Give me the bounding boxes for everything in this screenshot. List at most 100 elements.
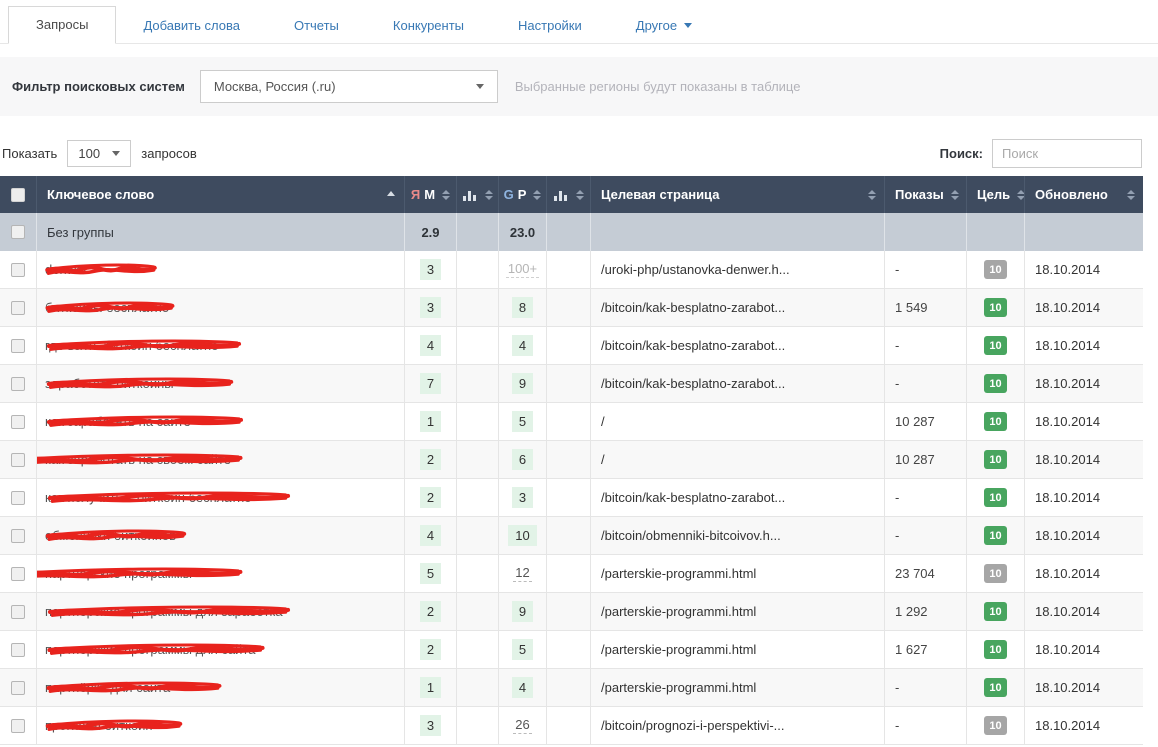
row-checkbox[interactable] bbox=[11, 567, 25, 581]
header-impressions[interactable]: Показы bbox=[884, 176, 966, 213]
header-google-position[interactable]: G P bbox=[498, 176, 546, 213]
tab-settings[interactable]: Настройки bbox=[491, 8, 609, 44]
search-input[interactable] bbox=[992, 139, 1142, 168]
tab-competitors[interactable]: Конкуренты bbox=[366, 8, 491, 44]
row-checkbox[interactable] bbox=[11, 681, 25, 695]
updated-cell: 18.10.2014 bbox=[1024, 517, 1143, 554]
redaction-scribble-icon bbox=[45, 299, 175, 316]
google-chart-cell[interactable] bbox=[546, 555, 590, 592]
target-page-link[interactable]: /bitcoin/kak-besplatno-zarabot... bbox=[601, 338, 785, 353]
target-page-link[interactable]: /bitcoin/kak-besplatno-zarabot... bbox=[601, 300, 785, 315]
google-position[interactable]: 100+ bbox=[506, 261, 539, 278]
row-checkbox[interactable] bbox=[11, 415, 25, 429]
yandex-position-cell: 3 bbox=[404, 289, 456, 326]
yandex-chart-cell[interactable] bbox=[456, 441, 498, 478]
target-page-link[interactable]: / bbox=[601, 452, 605, 467]
google-position-cell: 12 bbox=[498, 555, 546, 592]
select-all-checkbox[interactable] bbox=[11, 188, 25, 202]
target-page-link[interactable]: /parterskie-programmi.html bbox=[601, 604, 756, 619]
google-chart-cell[interactable] bbox=[546, 517, 590, 554]
google-position: 10 bbox=[508, 525, 536, 546]
header-google-chart[interactable] bbox=[546, 176, 590, 213]
google-chart-cell[interactable] bbox=[546, 289, 590, 326]
yandex-chart-cell[interactable] bbox=[456, 289, 498, 326]
yandex-chart-cell[interactable] bbox=[456, 707, 498, 744]
header-goal[interactable]: Цель bbox=[966, 176, 1024, 213]
google-chart-cell[interactable] bbox=[546, 631, 590, 668]
google-chart-cell[interactable] bbox=[546, 441, 590, 478]
yandex-chart-cell[interactable] bbox=[456, 593, 498, 630]
yandex-chart-cell[interactable] bbox=[456, 631, 498, 668]
row-checkbox[interactable] bbox=[11, 605, 25, 619]
row-checkbox[interactable] bbox=[11, 263, 25, 277]
target-page-link[interactable]: /parterskie-programmi.html bbox=[601, 642, 756, 657]
row-checkbox[interactable] bbox=[11, 339, 25, 353]
yandex-chart-cell[interactable] bbox=[456, 517, 498, 554]
target-page-link[interactable]: /parterskie-programmi.html bbox=[601, 566, 756, 581]
google-chart-cell[interactable] bbox=[546, 707, 590, 744]
target-page-cell: /bitcoin/kak-besplatno-zarabot... bbox=[590, 289, 884, 326]
updated-date: 18.10.2014 bbox=[1035, 452, 1100, 467]
google-chart-cell[interactable] bbox=[546, 593, 590, 630]
yandex-chart-cell[interactable] bbox=[456, 479, 498, 516]
keyword-cell: партнерские программы для заработка bbox=[36, 593, 404, 630]
google-chart-cell[interactable] bbox=[546, 403, 590, 440]
updated-date: 18.10.2014 bbox=[1035, 718, 1100, 733]
redaction-scribble-icon bbox=[45, 679, 223, 696]
row-checkbox[interactable] bbox=[11, 719, 25, 733]
target-page-link[interactable]: /bitcoin/kak-besplatno-zarabot... bbox=[601, 490, 785, 505]
google-position[interactable]: 26 bbox=[513, 717, 531, 734]
goal-badge: 10 bbox=[984, 260, 1007, 279]
header-target-page[interactable]: Целевая страница bbox=[590, 176, 884, 213]
tab-add-words[interactable]: Добавить слова bbox=[116, 8, 267, 44]
google-chart-cell[interactable] bbox=[546, 479, 590, 516]
google-chart-cell[interactable] bbox=[546, 669, 590, 706]
tab-queries[interactable]: Запросы bbox=[8, 6, 116, 44]
tab-reports[interactable]: Отчеты bbox=[267, 8, 366, 44]
header-yandex-position[interactable]: Я М bbox=[404, 176, 456, 213]
row-checkbox[interactable] bbox=[11, 529, 25, 543]
yandex-chart-cell[interactable] bbox=[456, 555, 498, 592]
target-page-link[interactable]: /bitcoin/prognozi-i-perspektivi-... bbox=[601, 718, 785, 733]
row-checkbox[interactable] bbox=[11, 491, 25, 505]
goal-badge: 10 bbox=[984, 526, 1007, 545]
page-size-select[interactable]: 100 bbox=[67, 140, 131, 167]
tab-other[interactable]: Другое bbox=[609, 8, 719, 44]
google-position-cell: 9 bbox=[498, 365, 546, 402]
target-page-link[interactable]: /bitcoin/kak-besplatno-zarabot... bbox=[601, 376, 785, 391]
header-updated[interactable]: Обновлено bbox=[1024, 176, 1143, 213]
yandex-chart-cell[interactable] bbox=[456, 669, 498, 706]
search-control: Поиск: bbox=[940, 139, 1142, 168]
table-controls: Показать 100 запросов Поиск: bbox=[0, 130, 1158, 176]
google-chart-cell[interactable] bbox=[546, 327, 590, 364]
yandex-chart-cell[interactable] bbox=[456, 327, 498, 364]
yandex-chart-cell[interactable] bbox=[456, 251, 498, 288]
target-page-link[interactable]: /bitcoin/obmenniki-bitcoivov.h... bbox=[601, 528, 781, 543]
row-checkbox[interactable] bbox=[11, 301, 25, 315]
target-page-link[interactable]: / bbox=[601, 414, 605, 429]
google-position[interactable]: 12 bbox=[513, 565, 531, 582]
goal-cell: 10 bbox=[966, 365, 1024, 402]
google-position-cell: 100+ bbox=[498, 251, 546, 288]
row-checkbox-cell bbox=[0, 517, 36, 554]
yandex-position-cell: 1 bbox=[404, 669, 456, 706]
row-checkbox[interactable] bbox=[11, 453, 25, 467]
yandex-chart-cell[interactable] bbox=[456, 365, 498, 402]
group-checkbox[interactable] bbox=[11, 225, 25, 239]
yandex-chart-cell[interactable] bbox=[456, 403, 498, 440]
yandex-position: 3 bbox=[420, 715, 441, 736]
target-page-link[interactable]: /uroki-php/ustanovka-denwer.h... bbox=[601, 262, 790, 277]
impressions-cell: 1 549 bbox=[884, 289, 966, 326]
header-keyword[interactable]: Ключевое слово bbox=[36, 176, 404, 213]
google-position: 3 bbox=[512, 487, 533, 508]
target-page-cell: /parterskie-programmi.html bbox=[590, 593, 884, 630]
header-yandex-chart[interactable] bbox=[456, 176, 498, 213]
google-chart-cell[interactable] bbox=[546, 365, 590, 402]
region-select[interactable]: Москва, Россия (.ru) bbox=[200, 70, 498, 103]
group-name-cell[interactable]: Без группы bbox=[36, 213, 404, 251]
row-checkbox[interactable] bbox=[11, 377, 25, 391]
target-page-link[interactable]: /parterskie-programmi.html bbox=[601, 680, 756, 695]
google-chart-cell[interactable] bbox=[546, 251, 590, 288]
row-checkbox[interactable] bbox=[11, 643, 25, 657]
target-page-cell: /bitcoin/prognozi-i-perspektivi-... bbox=[590, 707, 884, 744]
